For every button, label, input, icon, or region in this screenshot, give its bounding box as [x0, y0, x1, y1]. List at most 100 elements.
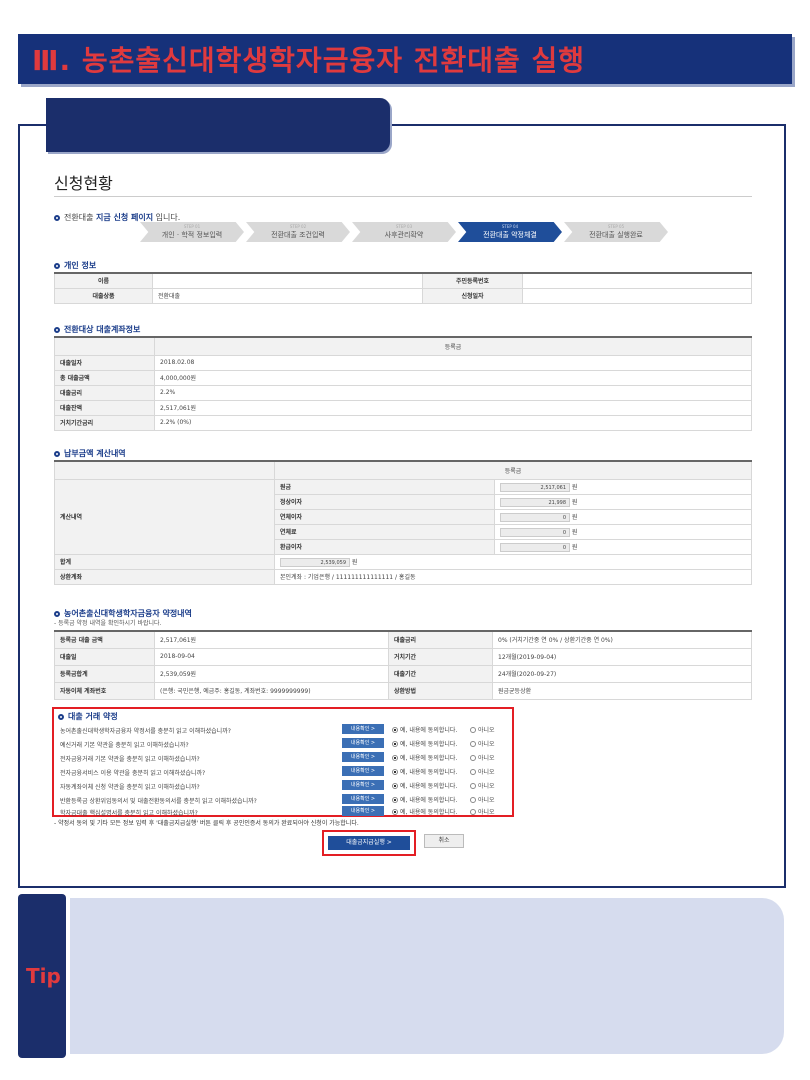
- agree-yes-radio[interactable]: 예, 내용에 동의합니다.: [392, 807, 457, 816]
- table-row: 대출일자 2018.02.08: [54, 354, 752, 371]
- row-label: 총 대출금액: [54, 369, 155, 386]
- radio-label: 아니오: [478, 727, 495, 734]
- radio-label: 예, 내용에 동의합니다.: [400, 797, 458, 804]
- agreement-row-5: 자동계좌이체 신청 약관을 충분히 읽고 이해하셨습니까? 내용확인 > 예, 내용…: [60, 779, 510, 792]
- agree-no-radio[interactable]: 아니오: [470, 781, 495, 790]
- agree-yes-radio[interactable]: 예, 내용에 동의합니다.: [392, 795, 457, 804]
- product-value: 전환대출: [152, 287, 423, 304]
- agree-no-radio[interactable]: 아니오: [470, 767, 495, 776]
- view-content-button[interactable]: 내용확인 >: [342, 806, 384, 816]
- page-title: 신청현황: [54, 174, 113, 193]
- radio-label: 예, 내용에 동의합니다.: [400, 809, 458, 816]
- amount-field: 0: [500, 512, 570, 522]
- account-value: 본인계좌 : 기업은행 / 111111111111111 / 홍길동: [274, 568, 752, 585]
- section-title: 대출 거래 약정: [68, 712, 118, 721]
- total-field: 2,539,059: [280, 557, 350, 567]
- name-label: 이름: [54, 272, 153, 289]
- table-row: 등록금 대출 금액 2,517,061원 대출금리 0% (거치기간중 연 0% / …: [54, 630, 752, 649]
- view-content-button[interactable]: 내용확인 >: [342, 766, 384, 776]
- agree-yes-radio[interactable]: 예, 내용에 동의합니다.: [392, 739, 457, 748]
- table-row: 대출금리 2.2%: [54, 384, 752, 401]
- tip-content-box: [70, 898, 784, 1054]
- step-label: 사후관리확약: [384, 231, 424, 239]
- radio-empty-icon: [470, 727, 476, 733]
- view-content-button[interactable]: 내용확인 >: [342, 794, 384, 804]
- intro-highlight: 지금 신청 페이지: [95, 213, 154, 222]
- radio-empty-icon: [470, 769, 476, 775]
- intro-prefix: 전환대출: [64, 213, 96, 222]
- unit: 원: [571, 528, 578, 536]
- radio-checked-icon: [392, 727, 398, 733]
- view-content-button[interactable]: 내용확인 >: [342, 724, 384, 734]
- row-label: 등록금 대출 금액: [54, 630, 155, 649]
- bullet-icon: [54, 214, 60, 221]
- title-divider: [54, 196, 752, 197]
- apply-date-value: [522, 287, 752, 304]
- agree-yes-radio[interactable]: 예, 내용에 동의합니다.: [392, 781, 457, 790]
- table-row: 대출잔액 2,517,061원: [54, 399, 752, 416]
- agree-no-radio[interactable]: 아니오: [470, 739, 495, 748]
- radio-label: 예, 내용에 동의합니다.: [400, 755, 458, 762]
- radio-empty-icon: [470, 755, 476, 761]
- agree-no-radio[interactable]: 아니오: [470, 795, 495, 804]
- step-number: STEP 04: [501, 224, 519, 229]
- bullet-icon: [54, 262, 60, 269]
- payment-table: 등록금 계산내역 원금 2,517,061 원 정상이자 21,998 원 연체이…: [54, 460, 752, 585]
- radio-label: 아니오: [478, 769, 495, 776]
- product-label: 대출상품: [54, 287, 153, 304]
- account-label: 상환계좌: [54, 568, 275, 585]
- col-header-tuition: 등록금: [274, 460, 752, 480]
- row-label: 대출잔액: [54, 399, 155, 416]
- agree-yes-radio[interactable]: 예, 내용에 동의합니다.: [392, 767, 457, 776]
- tip-label: Tip: [26, 964, 61, 988]
- col-header-tuition: 등록금: [154, 336, 752, 356]
- step-label: 전환대출 조건입력: [271, 231, 325, 239]
- step-label: 전환대출 실행완료: [589, 231, 643, 239]
- unit: 원: [351, 558, 358, 566]
- total-label: 합계: [54, 553, 275, 570]
- view-content-button[interactable]: 내용확인 >: [342, 738, 384, 748]
- table-row: 대출일 2018-09-04 거치기간 12개월(2019-09-04): [54, 647, 752, 666]
- step-number: STEP 05: [607, 224, 625, 229]
- row-value: 24개월(2020-09-27): [492, 664, 752, 683]
- execute-loan-button[interactable]: 대출금지급실행 >: [328, 836, 410, 850]
- section-title: 개인 정보: [64, 261, 97, 270]
- agreement-question: 예신거래 기본 약관을 충분히 읽고 이해하셨습니까?: [60, 742, 189, 749]
- agree-no-radio[interactable]: 아니오: [470, 725, 495, 734]
- amount-field: 21,998: [500, 497, 570, 507]
- agree-no-radio[interactable]: 아니오: [470, 753, 495, 762]
- view-content-button[interactable]: 내용확인 >: [342, 780, 384, 790]
- unit: 원: [571, 498, 578, 506]
- name-value: [152, 272, 423, 289]
- step-5: STEP 05 전환대출 실행완료: [564, 222, 668, 242]
- apply-date-label: 신청일자: [422, 287, 523, 304]
- cancel-button[interactable]: 취소: [424, 834, 464, 848]
- row-label: 대출금리: [388, 630, 493, 649]
- row-value: 2.2% (0%): [154, 414, 752, 431]
- table-row: 등록금합계 2,539,059원 대출기간 24개월(2020-09-27): [54, 664, 752, 683]
- agree-no-radio[interactable]: 아니오: [470, 807, 495, 816]
- view-content-button[interactable]: 내용확인 >: [342, 752, 384, 762]
- bullet-icon: [58, 713, 64, 720]
- tip-tab: Tip: [18, 894, 66, 1058]
- row-label: 상환방법: [388, 681, 493, 700]
- row-label: 대출금리: [54, 384, 155, 401]
- row-label: 원금: [274, 478, 495, 495]
- agreement-row-2: 예신거래 기본 약관을 충분히 읽고 이해하셨습니까? 내용확인 > 예, 내용에 …: [60, 737, 510, 750]
- step-number: STEP 01: [183, 224, 201, 229]
- contract-note: - 등록금 약정 내역을 확인하시기 바랍니다.: [54, 620, 162, 627]
- row-value: 2,539,059원: [154, 664, 389, 683]
- radio-label: 예, 내용에 동의합니다.: [400, 783, 458, 790]
- agreement-question: 학자금대출 핵심설명서를 충분히 읽고 이해하셨습니까?: [60, 810, 198, 817]
- agreement-footer-note: - 약정서 동의 및 기타 모든 정보 입력 후 '대출금지급실행' 버튼 클릭…: [54, 820, 359, 827]
- amount-field: 0: [500, 527, 570, 537]
- step-3: STEP 03 사후관리확약: [352, 222, 456, 242]
- agree-yes-radio[interactable]: 예, 내용에 동의합니다.: [392, 753, 457, 762]
- row-value: 2.2%: [154, 384, 752, 401]
- radio-empty-icon: [470, 783, 476, 789]
- agree-yes-radio[interactable]: 예, 내용에 동의합니다.: [392, 725, 457, 734]
- row-value: 0% (거치기간중 연 0% / 상환기간중 연 0%): [492, 630, 752, 649]
- radio-label: 아니오: [478, 755, 495, 762]
- table-row: 총 대출금액 4,000,000원: [54, 369, 752, 386]
- empty-header: [54, 460, 275, 480]
